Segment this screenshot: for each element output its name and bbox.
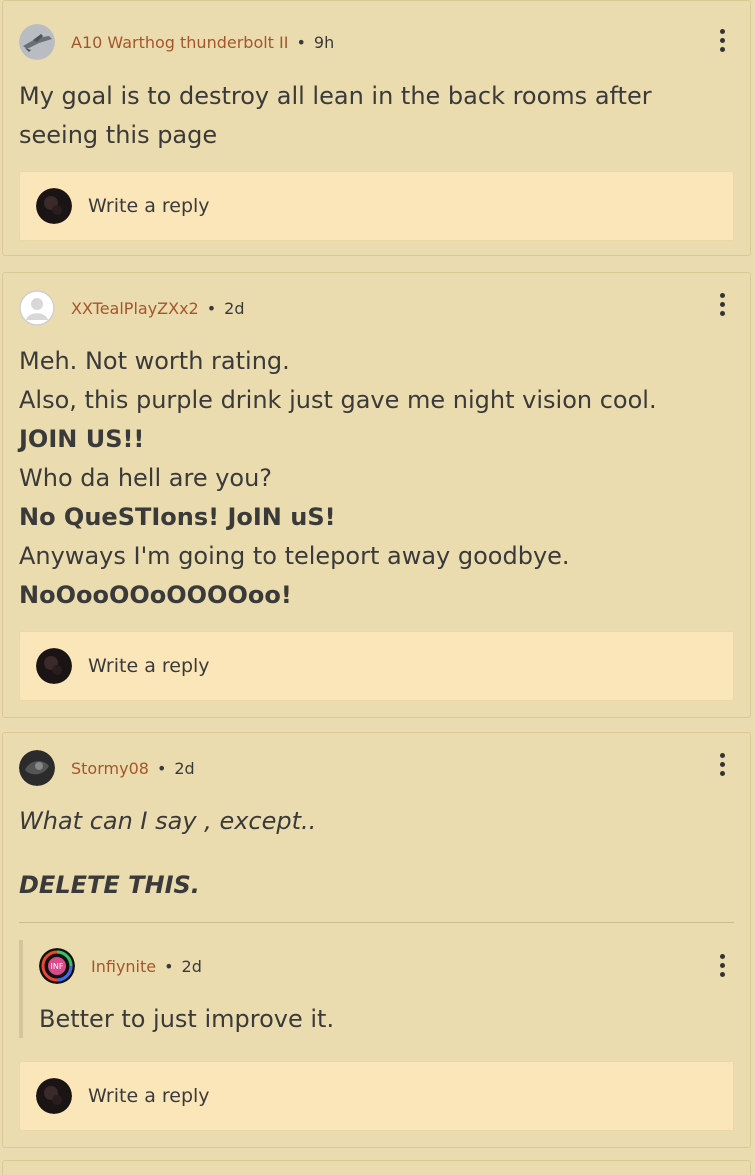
comment-line: JOIN US!! (19, 425, 145, 453)
write-reply-box[interactable]: Write a reply (19, 1061, 734, 1131)
avatar (36, 1078, 72, 1114)
comment-body: Meh. Not worth rating. Also, this purple… (19, 342, 730, 615)
more-vertical-icon[interactable] (712, 289, 732, 319)
comment-header: Stormy08 • 2d (19, 750, 195, 786)
comment-feed: A10 Warthog thunderbolt II • 9h My goal … (0, 0, 755, 1175)
avatar[interactable] (19, 750, 55, 786)
separator-dot: • (206, 298, 217, 318)
more-vertical-icon[interactable] (712, 950, 732, 980)
write-reply-label[interactable]: Write a reply (88, 1085, 210, 1107)
comment-card: Stormy08 • 2d What can I say , except.. … (2, 732, 751, 1148)
comment-line: NoOooOOoOOOOoo! (19, 581, 292, 609)
comment-header: XXTealPlayZXx2 • 2d (19, 290, 245, 326)
author-name[interactable]: XXTealPlayZXx2 (71, 299, 199, 318)
comment-card (2, 1160, 751, 1175)
more-vertical-icon[interactable] (712, 25, 732, 55)
reply-body: Better to just improve it. (39, 1000, 714, 1039)
write-reply-box[interactable]: Write a reply (19, 631, 734, 701)
comment-line: No QueSTIons! JoIN uS! (19, 503, 336, 531)
timestamp: 2d (174, 758, 195, 778)
write-reply-label[interactable]: Write a reply (88, 655, 210, 677)
reply-header: INF Infiynite • 2d (39, 948, 202, 984)
separator-dot: • (156, 758, 167, 778)
timestamp: 2d (181, 956, 202, 976)
write-reply-box[interactable]: Write a reply (19, 171, 734, 241)
comment-card: XXTealPlayZXx2 • 2d Meh. Not worth ratin… (2, 272, 751, 718)
write-reply-label[interactable]: Write a reply (88, 195, 210, 217)
separator-dot: • (164, 956, 174, 976)
comment-line: Anyways I'm going to teleport away goodb… (19, 542, 570, 570)
reply-line: Better to just improve it. (39, 1005, 335, 1033)
comment-line: Who da hell are you? (19, 464, 273, 492)
comment-line: Meh. Not worth rating. (19, 347, 290, 375)
separator-dot: • (296, 32, 306, 52)
comment-line: Also, this purple drink just gave me nig… (19, 386, 657, 414)
author-name[interactable]: Infiynite (91, 957, 156, 976)
more-vertical-icon[interactable] (712, 749, 732, 779)
comment-line: What can I say , except.. (19, 807, 317, 835)
avatar[interactable]: INF (39, 948, 75, 984)
comment-header: A10 Warthog thunderbolt II • 9h (19, 24, 334, 60)
comment-line: My goal is to destroy all lean in the ba… (19, 82, 652, 110)
svg-text:INF: INF (51, 962, 64, 971)
avatar[interactable] (19, 290, 55, 326)
comment-body: What can I say , except.. DELETE THIS. (19, 802, 730, 905)
avatar (36, 188, 72, 224)
timestamp: 9h (313, 32, 335, 52)
author-name[interactable]: Stormy08 (71, 759, 149, 778)
avatar[interactable] (19, 24, 55, 60)
timestamp: 2d (224, 298, 245, 318)
avatar (36, 648, 72, 684)
comment-body: My goal is to destroy all lean in the ba… (19, 77, 730, 155)
author-name[interactable]: A10 Warthog thunderbolt II (71, 33, 288, 52)
nested-reply: INF Infiynite • 2d Better to just improv… (19, 940, 734, 1038)
comment-card: A10 Warthog thunderbolt II • 9h My goal … (2, 0, 751, 256)
divider (19, 922, 734, 923)
comment-line: DELETE THIS. (19, 871, 200, 899)
comment-line: seeing this page (19, 121, 218, 149)
